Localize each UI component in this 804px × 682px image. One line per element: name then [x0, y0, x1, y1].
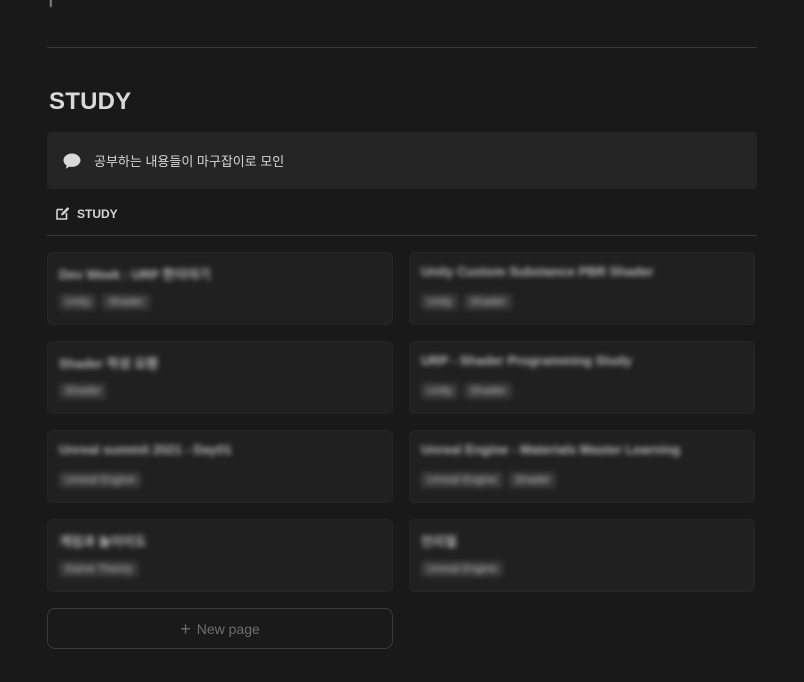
tag: Unreal Engine: [421, 561, 503, 577]
gallery-card[interactable]: Unity Custom Substance PBR Shader Unity …: [409, 252, 755, 325]
speech-bubble-icon: [62, 151, 82, 171]
callout-text: 공부하는 내용들이 마구잡이로 모인: [94, 154, 285, 169]
card-title: Dev Week : URP 한이야기: [59, 267, 211, 282]
gallery-card[interactable]: 게임과 놀이이도 Game Theory: [47, 519, 393, 592]
card-tags: Unity Shader: [421, 383, 743, 399]
card-title: Shader 작성 요령: [59, 356, 159, 371]
database-divider: [47, 235, 757, 236]
tag: Unity: [59, 294, 97, 310]
card-tags: Unity Shader: [421, 294, 743, 310]
card-title: Unreal summit 2021 - Day01: [59, 442, 232, 457]
gallery-card[interactable]: Shader 작성 요령 Shader: [47, 341, 393, 414]
previous-section-text: |: [49, 0, 53, 7]
new-page-label: New page: [196, 620, 260, 637]
card-tags: Game Theory: [59, 561, 381, 577]
card-tags: Unreal Engine Shader: [421, 472, 743, 488]
database-header[interactable]: STUDY: [55, 206, 118, 221]
tag: Unity: [421, 383, 459, 399]
section-heading: STUDY: [49, 88, 132, 115]
gallery-card[interactable]: URP - Shader Programming Study Unity Sha…: [409, 341, 755, 414]
card-title: 언리얼: [421, 534, 457, 549]
tag: Game Theory: [59, 561, 139, 577]
tag: Shader: [102, 294, 150, 310]
callout: 공부하는 내용들이 마구잡이로 모인: [47, 132, 757, 189]
new-page-button[interactable]: + New page: [47, 608, 393, 649]
card-title: URP - Shader Programming Study: [421, 353, 632, 368]
tag: Shader: [508, 472, 557, 488]
card-title: 게임과 놀이이도: [59, 534, 147, 549]
gallery-card[interactable]: Dev Week : URP 한이야기 Unity Shader: [47, 252, 393, 325]
tag: Shader: [464, 294, 512, 310]
gallery-card[interactable]: 언리얼 Unreal Engine: [409, 519, 755, 592]
tag: Shader: [464, 383, 512, 399]
gallery-card[interactable]: Unreal summit 2021 - Day01 Unreal Engine: [47, 430, 393, 503]
database-title: STUDY: [77, 206, 118, 221]
tag: Unreal Engine: [421, 472, 503, 488]
gallery-card[interactable]: Unreal Engine - Materials Master Learnin…: [409, 430, 755, 503]
edit-icon: [55, 206, 70, 221]
plus-icon: +: [180, 618, 191, 639]
tag: Shader: [59, 383, 107, 399]
card-tags: Unity Shader: [59, 294, 381, 310]
tag: Unity: [421, 294, 459, 310]
card-title: Unity Custom Substance PBR Shader: [421, 264, 654, 279]
card-tags: Unreal Engine: [421, 561, 743, 577]
page: | STUDY 공부하는 내용들이 마구잡이로 모인 STUDY Dev Wee…: [0, 0, 804, 682]
divider: [47, 47, 757, 48]
card-tags: Shader: [59, 383, 381, 399]
tag: Unreal Engine: [59, 472, 141, 488]
card-title: Unreal Engine - Materials Master Learnin…: [421, 442, 681, 457]
card-tags: Unreal Engine: [59, 472, 381, 488]
